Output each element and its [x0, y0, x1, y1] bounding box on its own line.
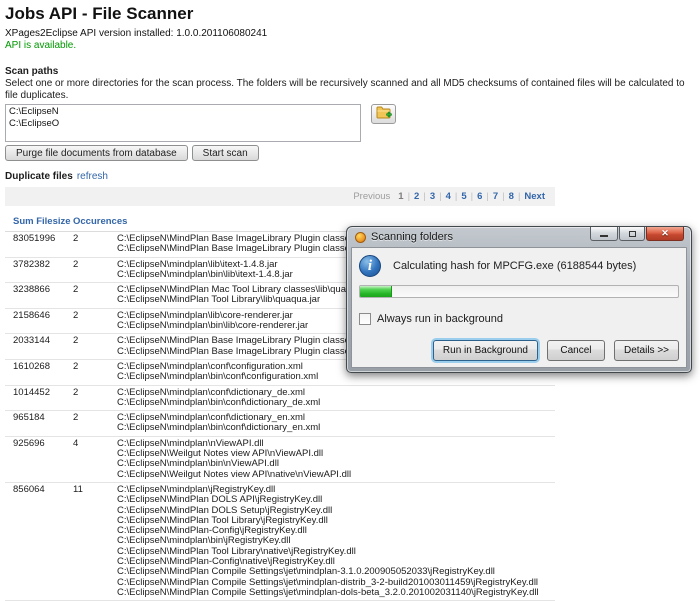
file-path: C:\EclipseN\MindPlan Compile Settings\je… — [117, 588, 555, 598]
pagination-item-6[interactable]: 6 — [477, 191, 482, 202]
refresh-link[interactable]: refresh — [77, 171, 108, 182]
file-paths: C:\EclipseN\mindplan\jRegistryKey.dllC:\… — [117, 485, 555, 598]
pagination-separator: | — [486, 191, 488, 202]
file-paths: C:\EclipseN\mindplan\conf\dictionary_de.… — [117, 388, 555, 409]
maximize-button[interactable] — [619, 227, 645, 241]
sum-filesize-value: 925696 — [13, 439, 73, 480]
duplicate-files-heading: Duplicate files refresh — [5, 171, 700, 183]
occurences-value: 2 — [73, 285, 117, 306]
dialog-message: Calculating hash for MPCFG.exe (6188544 … — [393, 260, 636, 272]
pagination-item-3[interactable]: 3 — [430, 191, 435, 202]
cancel-button[interactable]: Cancel — [547, 340, 605, 361]
close-button[interactable]: ✕ — [646, 227, 684, 241]
scanning-dialog: Scanning folders ✕ i Calculating hash fo… — [346, 226, 692, 373]
pagination-item-5[interactable]: 5 — [461, 191, 466, 202]
occurences-value: 2 — [73, 336, 117, 357]
occurences-value: 2 — [73, 362, 117, 383]
occurences-header-link[interactable]: Occurences — [73, 216, 117, 227]
file-path: C:\EclipseN\mindplan\bin\conf\configurat… — [117, 372, 555, 382]
pagination-separator: | — [439, 191, 441, 202]
always-run-label: Always run in background — [377, 313, 503, 325]
run-in-background-button[interactable]: Run in Background — [433, 340, 538, 361]
sum-filesize-value: 83051996 — [13, 234, 73, 255]
maximize-icon — [629, 231, 636, 237]
occurences-value: 2 — [73, 260, 117, 281]
occurences-value: 2 — [73, 311, 117, 332]
dialog-buttons: Run in Background Cancel Details >> — [433, 340, 679, 361]
pagination-separator: | — [518, 191, 520, 202]
pagination-item-1: 1 — [398, 191, 403, 202]
pagination-item-2[interactable]: 2 — [414, 191, 419, 202]
page-title: Jobs API - File Scanner — [5, 4, 700, 24]
sum-filesize-value: 1014452 — [13, 388, 73, 409]
dialog-title: Scanning folders — [371, 231, 453, 243]
pagination-item-7[interactable]: 7 — [493, 191, 498, 202]
occurences-value: 2 — [73, 413, 117, 434]
sum-filesize-value: 1610268 — [13, 362, 73, 383]
scan-paths-description: Select one or more directories for the s… — [5, 78, 700, 102]
pagination-separator: | — [502, 191, 504, 202]
occurences-value: 11 — [73, 485, 117, 598]
file-path: C:\EclipseN\Weilgut Notes view API\nativ… — [117, 470, 555, 480]
close-icon: ✕ — [661, 229, 669, 238]
always-run-checkbox[interactable] — [359, 313, 371, 325]
sum-filesize-value: 2158646 — [13, 311, 73, 332]
file-path: C:\EclipseN\MindPlan-Config\native\jRegi… — [117, 557, 555, 567]
pagination-item-previous: Previous — [353, 191, 390, 202]
file-paths: C:\EclipseN\mindplan\nViewAPI.dllC:\Ecli… — [117, 439, 555, 480]
dialog-message-row: i Calculating hash for MPCFG.exe (618854… — [359, 254, 679, 278]
duplicate-files-label: Duplicate files — [5, 171, 73, 182]
file-path: C:\EclipseN\mindplan\bin\conf\dictionary… — [117, 423, 555, 433]
sum-filesize-value: 3782382 — [13, 260, 73, 281]
pagination-separator: | — [408, 191, 410, 202]
scan-paths-textarea[interactable]: C:\EclipseN C:\EclipseO — [5, 104, 361, 142]
sum-filesize-value: 856064 — [13, 485, 73, 598]
file-path: C:\EclipseN\MindPlan Compile Settings\je… — [117, 578, 555, 588]
details-button[interactable]: Details >> — [614, 340, 679, 361]
scan-paths-heading: Scan paths — [5, 66, 700, 78]
dialog-body: i Calculating hash for MPCFG.exe (618854… — [351, 247, 687, 368]
file-path: C:\EclipseN\MindPlan DOLS API\jRegistryK… — [117, 495, 555, 505]
pagination: Previous 1 | 2 | 3 | 4 | 5 | 6 | 7 | 8 | Next — [5, 187, 555, 206]
table-row: 10144522C:\EclipseN\mindplan\conf\dictio… — [5, 386, 555, 412]
purge-button[interactable]: Purge file documents from database — [5, 145, 188, 161]
file-paths: C:\EclipseN\mindplan\conf\dictionary_en.… — [117, 413, 555, 434]
occurences-value: 2 — [73, 388, 117, 409]
folder-plus-icon — [376, 106, 392, 122]
sum-filesize-value: 3238866 — [13, 285, 73, 306]
pagination-separator: | — [471, 191, 473, 202]
scan-paths-row: C:\EclipseN C:\EclipseO — [5, 104, 700, 142]
sum-filesize-header-link[interactable]: Sum Filesize — [13, 216, 73, 227]
start-scan-button[interactable]: Start scan — [192, 145, 259, 161]
always-run-row: Always run in background — [359, 312, 679, 325]
pagination-item-8[interactable]: 8 — [509, 191, 514, 202]
minimize-button[interactable] — [590, 227, 618, 241]
api-version-text: XPages2Eclipse API version installed: 1.… — [5, 28, 700, 40]
api-status-text: API is available. — [5, 40, 700, 52]
pagination-separator: | — [423, 191, 425, 202]
table-row: 85606411C:\EclipseN\mindplan\jRegistryKe… — [5, 483, 555, 601]
scan-actions: Purge file documents from database Start… — [5, 145, 700, 161]
add-directory-button[interactable] — [371, 104, 396, 124]
file-path: C:\EclipseN\mindplan\bin\conf\dictionary… — [117, 398, 555, 408]
pagination-item-next[interactable]: Next — [524, 191, 545, 202]
table-row: 9651842C:\EclipseN\mindplan\conf\diction… — [5, 411, 555, 437]
table-row: 9256964C:\EclipseN\mindplan\nViewAPI.dll… — [5, 437, 555, 483]
minimize-icon — [600, 235, 608, 237]
pagination-separator: | — [455, 191, 457, 202]
file-path: C:\EclipseN\MindPlan Compile Settings\je… — [117, 567, 555, 577]
pagination-item-4[interactable]: 4 — [446, 191, 451, 202]
file-path: C:\EclipseN\MindPlan Tool Library\native… — [117, 547, 555, 557]
info-icon: i — [359, 255, 381, 277]
occurences-value: 4 — [73, 439, 117, 480]
progress-bar — [359, 285, 679, 298]
window-controls: ✕ — [589, 227, 684, 241]
occurences-value: 2 — [73, 234, 117, 255]
app-icon — [355, 232, 366, 243]
progress-fill — [360, 286, 392, 297]
sum-filesize-value: 2033144 — [13, 336, 73, 357]
sum-filesize-value: 965184 — [13, 413, 73, 434]
